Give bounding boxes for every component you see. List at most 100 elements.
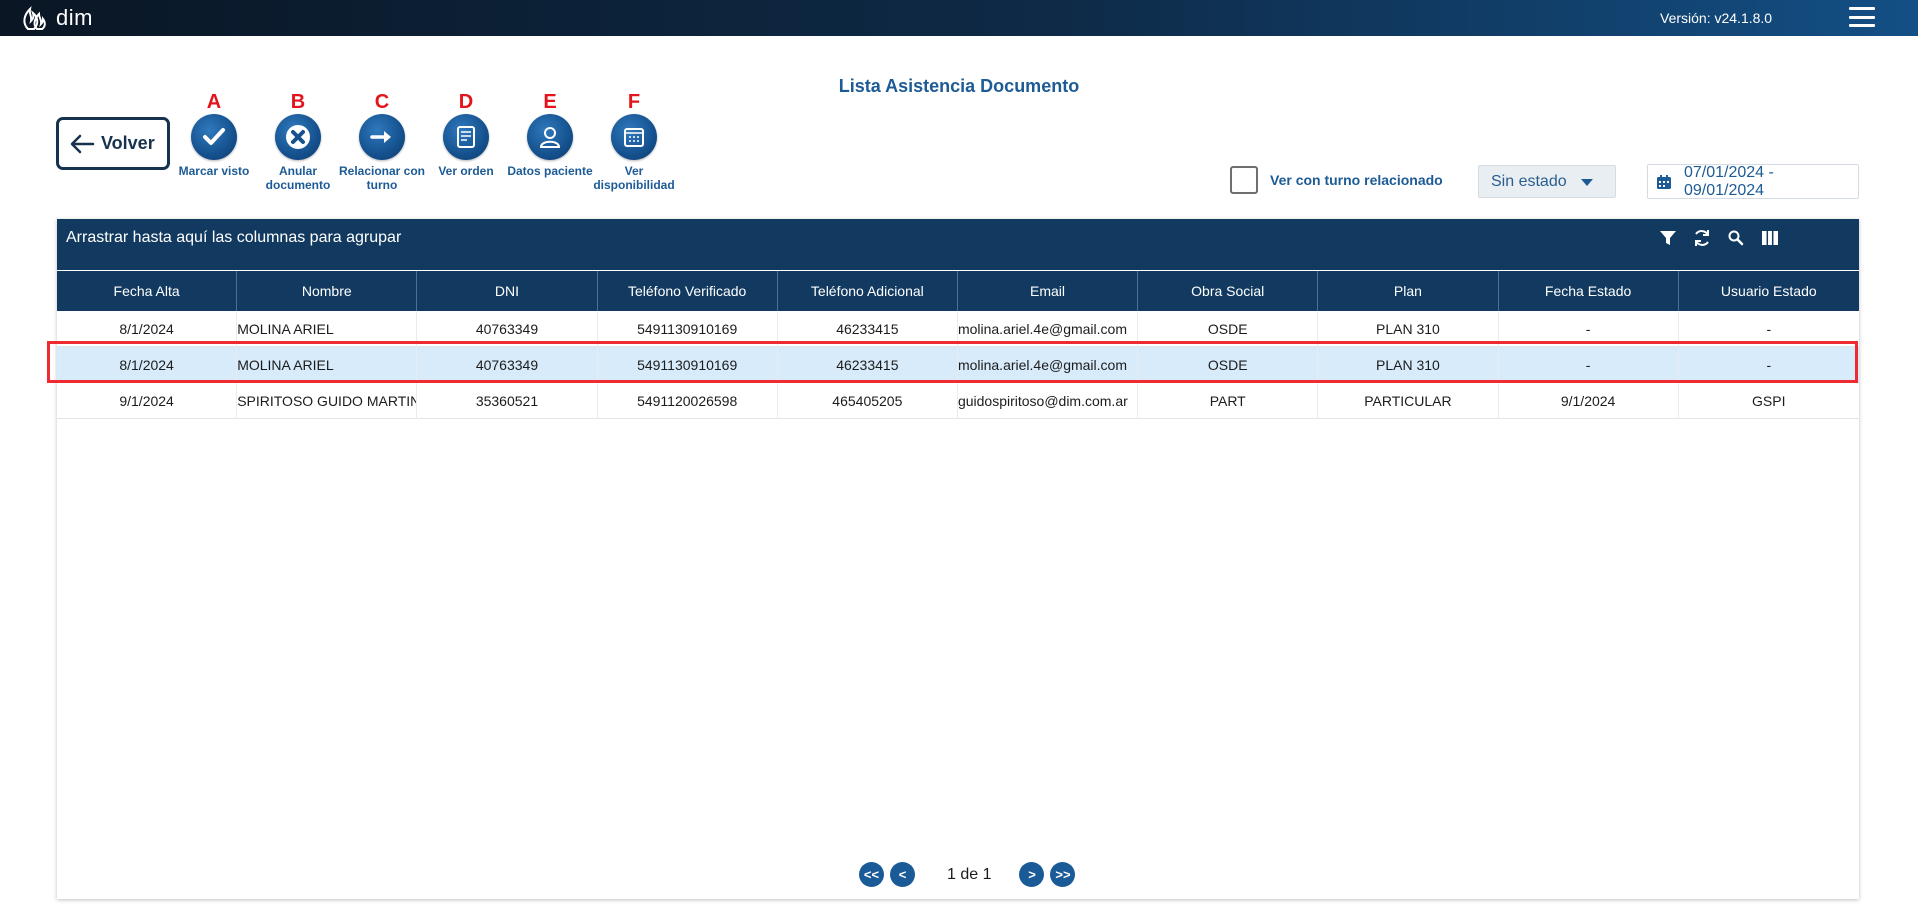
action-letter: E bbox=[543, 91, 557, 113]
filter-icon[interactable] bbox=[1657, 227, 1679, 249]
action-caption: Datos paciente bbox=[507, 164, 593, 178]
table-header: Fecha Alta Nombre DNI Teléfono Verificad… bbox=[57, 271, 1859, 311]
table-cell: 9/1/2024 bbox=[57, 383, 238, 419]
table-cell: PARTICULAR bbox=[1318, 383, 1499, 419]
table-cell: OSDE bbox=[1138, 311, 1319, 347]
table-cell: 46233415 bbox=[778, 347, 958, 383]
view-order-button[interactable]: D Ver orden bbox=[421, 90, 511, 178]
cancel-document-button[interactable]: B Anular documento bbox=[253, 90, 343, 192]
search-icon[interactable] bbox=[1725, 227, 1747, 249]
hamburger-menu-icon[interactable] bbox=[1849, 5, 1875, 29]
action-caption: Ver orden bbox=[438, 164, 494, 178]
arrow-left-icon bbox=[70, 134, 95, 153]
user-icon bbox=[527, 114, 573, 160]
table-cell: 9/1/2024 bbox=[1499, 383, 1679, 419]
table-body: 8/1/2024 MOLINA ARIEL 40763349 549113091… bbox=[57, 311, 1859, 419]
page-info: 1 de 1 bbox=[947, 865, 992, 883]
column-header[interactable]: Obra Social bbox=[1138, 271, 1319, 311]
state-select-value: Sin estado bbox=[1491, 172, 1567, 190]
columns-icon[interactable] bbox=[1759, 227, 1781, 249]
prev-page-button[interactable]: < bbox=[890, 862, 915, 887]
table-cell: OSDE bbox=[1138, 347, 1319, 383]
table-cell: 40763349 bbox=[417, 311, 598, 347]
date-range-picker[interactable]: 07/01/2024 - 09/01/2024 bbox=[1647, 164, 1859, 199]
column-header[interactable]: Plan bbox=[1318, 271, 1499, 311]
first-page-button[interactable]: << bbox=[859, 862, 884, 887]
table-cell: MOLINA ARIEL bbox=[237, 311, 418, 347]
table-cell: guidospiritoso@dim.com.ar bbox=[958, 383, 1139, 419]
table-cell: - bbox=[1766, 357, 1772, 373]
action-caption: Relacionar con turno bbox=[338, 164, 426, 192]
table-cell: PLAN 310 bbox=[1318, 311, 1499, 347]
table-cell: - bbox=[1499, 347, 1679, 383]
flame-logo-icon bbox=[23, 5, 46, 30]
table-cell: PART bbox=[1138, 383, 1319, 419]
action-letter: B bbox=[290, 91, 306, 113]
grid-toolbar bbox=[1657, 227, 1781, 249]
mark-seen-button[interactable]: A Marcar visto bbox=[169, 90, 259, 178]
table-cell: 8/1/2024 bbox=[57, 347, 238, 383]
column-header[interactable]: DNI bbox=[417, 271, 598, 311]
column-header[interactable]: Fecha Estado bbox=[1499, 271, 1679, 311]
column-header[interactable]: Fecha Alta bbox=[57, 271, 238, 311]
table-cell: 8/1/2024 bbox=[57, 311, 238, 347]
back-button-label: Volver bbox=[101, 133, 155, 153]
table-cell: 35360521 bbox=[417, 383, 598, 419]
group-panel[interactable]: Arrastrar hasta aquí las columnas para a… bbox=[57, 219, 1859, 270]
date-range-value: 07/01/2024 - 09/01/2024 bbox=[1683, 163, 1774, 199]
app-logo[interactable]: dim bbox=[20, 4, 93, 32]
table-cell: 5491120026598 bbox=[598, 383, 778, 419]
pagination: << < 1 de 1 > >> bbox=[859, 862, 1076, 887]
table-row[interactable]: 9/1/2024 SPIRITOSO GUIDO MARTIN 35360521… bbox=[57, 383, 1859, 419]
refresh-icon[interactable] bbox=[1691, 227, 1713, 249]
patient-data-button[interactable]: E Datos paciente bbox=[505, 90, 595, 178]
action-caption: Anular documento bbox=[265, 164, 331, 192]
related-shift-filter: Ver con turno relacionado bbox=[1230, 166, 1443, 194]
table-cell: GSPI bbox=[1752, 393, 1786, 409]
calendar-icon bbox=[611, 114, 657, 160]
table-cell: PLAN 310 bbox=[1318, 347, 1499, 383]
state-select[interactable]: Sin estado bbox=[1478, 165, 1616, 198]
action-letter: C bbox=[374, 91, 390, 113]
table-row[interactable]: 8/1/2024 MOLINA ARIEL 40763349 549113091… bbox=[57, 311, 1859, 347]
table-cell: molina.ariel.4e@gmail.com bbox=[958, 311, 1139, 347]
arrow-right-icon bbox=[359, 114, 405, 160]
table-cell: - bbox=[1499, 311, 1679, 347]
data-grid: Arrastrar hasta aquí las columnas para a… bbox=[57, 219, 1859, 899]
logo-text: dim bbox=[56, 5, 93, 30]
related-shift-checkbox[interactable] bbox=[1230, 166, 1258, 194]
table-cell: SPIRITOSO GUIDO MARTIN bbox=[237, 383, 418, 419]
version-label: Versión: v24.1.8.0 bbox=[1660, 10, 1773, 26]
column-header[interactable]: Nombre bbox=[237, 271, 418, 311]
column-header[interactable]: Teléfono Verificado bbox=[598, 271, 778, 311]
table-cell: 40763349 bbox=[417, 347, 598, 383]
check-icon bbox=[191, 114, 237, 160]
top-bar: dim Versión: v24.1.8.0 bbox=[0, 0, 1918, 36]
group-hint: Arrastrar hasta aquí las columnas para a… bbox=[66, 229, 402, 246]
column-header[interactable]: Email bbox=[958, 271, 1139, 311]
document-icon bbox=[443, 114, 489, 160]
table-cell: 465405205 bbox=[778, 383, 958, 419]
action-caption: Ver disponibilidad bbox=[593, 164, 675, 192]
table-cell: MOLINA ARIEL bbox=[237, 347, 418, 383]
next-page-button[interactable]: > bbox=[1019, 862, 1045, 887]
action-letter: F bbox=[627, 91, 641, 113]
table-cell: molina.ariel.4e@gmail.com bbox=[958, 347, 1139, 383]
column-header[interactable]: Usuario Estado bbox=[1679, 271, 1859, 311]
action-caption: Marcar visto bbox=[178, 164, 250, 178]
last-page-button[interactable]: >> bbox=[1050, 862, 1076, 887]
column-header[interactable]: Teléfono Adicional bbox=[778, 271, 958, 311]
table-cell: 5491130910169 bbox=[598, 347, 778, 383]
caret-down-icon bbox=[1581, 179, 1593, 186]
related-shift-label: Ver con turno relacionado bbox=[1270, 172, 1443, 188]
calendar-icon bbox=[1656, 174, 1671, 189]
table-cell: 5491130910169 bbox=[598, 311, 778, 347]
table-row-selected[interactable]: 8/1/2024 MOLINA ARIEL 40763349 549113091… bbox=[57, 347, 1859, 383]
action-letter: A bbox=[206, 91, 222, 113]
x-icon bbox=[275, 114, 321, 160]
back-button[interactable]: Volver bbox=[56, 117, 170, 170]
relate-shift-button[interactable]: C Relacionar con turno bbox=[337, 90, 427, 192]
table-cell: - bbox=[1766, 321, 1772, 337]
action-letter: D bbox=[458, 91, 474, 113]
view-availability-button[interactable]: F Ver disponibilidad bbox=[589, 90, 679, 192]
